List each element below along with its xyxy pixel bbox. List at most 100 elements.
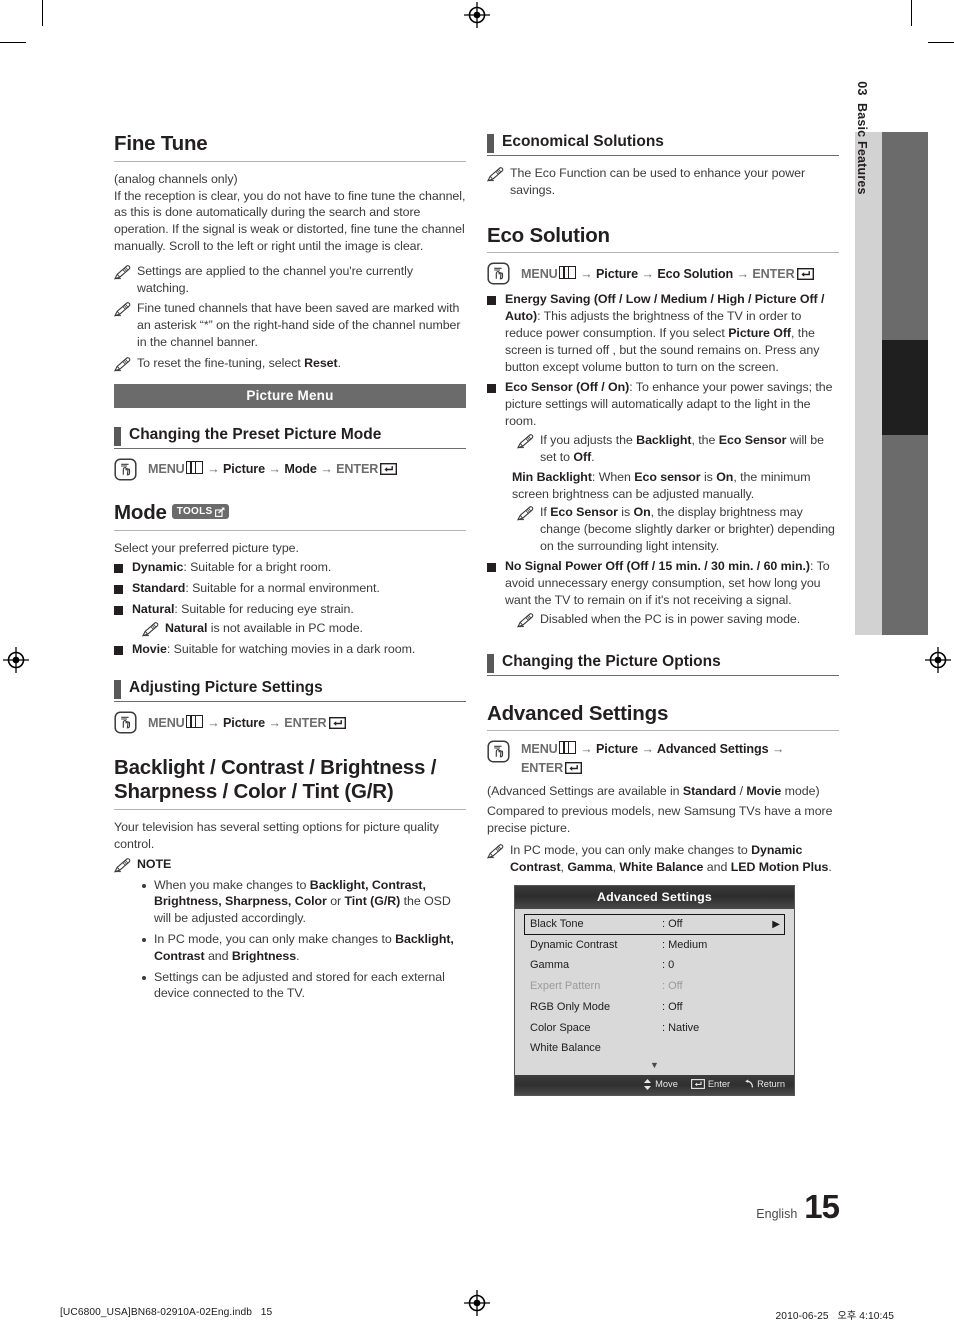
- note-text: If you adjusts the Backlight, the Eco Se…: [540, 432, 824, 464]
- mode-option-name: Standard: [132, 581, 186, 596]
- osd-row-label: Gamma: [530, 959, 570, 972]
- side-tab-text: 03 Basic Features: [855, 81, 869, 194]
- note-item-advanced: In PC mode, you can only make changes to…: [487, 842, 839, 876]
- divider: [114, 809, 466, 811]
- osd-row-gamma[interactable]: Gamma : 0: [524, 955, 785, 976]
- subsection-heading-adjusting: Adjusting Picture Settings: [114, 678, 466, 700]
- mode-option-desc: : Suitable for watching movies in a dark…: [166, 641, 416, 656]
- fine-tune-subtitle: (analog channels only): [114, 171, 238, 186]
- osd-row-rgb-only-mode[interactable]: RGB Only Mode : Off: [524, 997, 785, 1018]
- remote-button-icon: [487, 740, 510, 764]
- mode-option-name: Dynamic: [132, 560, 184, 575]
- heading-tick: [487, 653, 494, 673]
- right-column: Economical Solutions The Eco Function ca…: [487, 132, 839, 1096]
- osd-row-color-space[interactable]: Color Space : Native: [524, 1018, 785, 1039]
- pencil-note-icon: [487, 167, 504, 182]
- note-item: The Eco Function can be used to enhance …: [487, 165, 839, 199]
- page-title-backlight: Backlight / Contrast / Brightness / Shar…: [114, 756, 437, 804]
- pencil-note-icon: [114, 857, 131, 873]
- pencil-note-icon: [517, 612, 534, 628]
- enter-key-icon: [690, 1079, 705, 1090]
- return-arrow-icon: [745, 1079, 754, 1088]
- eco-option-text: Energy Saving (Off / Low / Medium / High…: [505, 292, 825, 374]
- min-backlight-paragraph: Min Backlight: When Eco sensor is On, th…: [512, 470, 811, 502]
- heading-text: Economical Solutions: [502, 133, 664, 150]
- heading-tick: [114, 426, 121, 446]
- tools-badge-label: TOOLS: [176, 505, 213, 517]
- menu-path-text: MENU → Picture → ENTER: [148, 714, 346, 732]
- square-bullet-icon: [487, 563, 496, 573]
- osd-row-dynamic-contrast[interactable]: Dynamic Contrast : Medium: [524, 935, 785, 956]
- note-emphasis: Reset: [304, 355, 338, 370]
- eco-option-label: No Signal Power Off (Off / 15 min. / 30 …: [505, 559, 811, 574]
- mode-option-name: Natural: [132, 601, 175, 616]
- divider: [114, 160, 466, 162]
- note-text: Fine tuned channels that have been saved…: [137, 301, 461, 349]
- osd-title: Advanced Settings: [515, 885, 794, 909]
- note-item-eco-sensor: If you adjusts the Backlight, the Eco Se…: [517, 432, 839, 466]
- page-title-advanced-settings: Advanced Settings: [487, 701, 669, 725]
- note-bullet-text: Settings can be adjusted and stored for …: [154, 969, 445, 1001]
- pencil-note-icon: [517, 506, 534, 521]
- note-item-natural: Natural is not available in PC mode.: [142, 620, 466, 637]
- osd-row-value: : Native: [662, 1021, 700, 1034]
- subsection-heading-changing-preset: Changing the Preset Picture Mode: [114, 425, 466, 446]
- left-column: Fine Tune (analog channels only) If the …: [114, 132, 466, 1006]
- osd-row-label: Expert Pattern: [530, 980, 601, 993]
- osd-row-black-tone[interactable]: Black Tone : Off ▶: [524, 913, 785, 935]
- menu-glyph-icon: [185, 461, 203, 475]
- osd-row-white-balance[interactable]: White Balance: [524, 1038, 785, 1059]
- menu-glyph-icon: [185, 714, 203, 728]
- page-title-fine-tune: Fine Tune: [114, 132, 208, 155]
- subsection-heading-changing-options: Changing the Picture Options: [487, 652, 839, 673]
- enter-glyph-icon: [380, 462, 398, 476]
- menu-path-advanced-settings: MENU → Picture → Advanced Settings → ENTE…: [487, 740, 839, 777]
- note-bullet-text: When you make changes to Backlight, Cont…: [154, 877, 451, 926]
- dot-bullet-icon: [142, 883, 146, 888]
- mode-option-natural: Natural: Suitable for reducing eye strai…: [114, 601, 466, 618]
- note-text: To reset the fine-tuning, select Reset.: [137, 355, 341, 370]
- osd-row-value: : Off: [662, 1000, 683, 1013]
- note-text: Disabled when the PC is in power saving …: [540, 611, 801, 626]
- osd-row-label: White Balance: [530, 1042, 601, 1055]
- osd-row-value: : Medium: [662, 938, 708, 951]
- osd-screenshot-advanced-settings: Advanced Settings Black Tone : Off ▶ Dyn…: [514, 884, 795, 1096]
- osd-hint-return-label: Return: [757, 1079, 785, 1090]
- mode-option-desc: : Suitable for reducing eye strain.: [174, 601, 354, 616]
- language-label: English: [756, 1207, 798, 1221]
- pencil-note-icon: [114, 264, 131, 280]
- osd-hint-enter-label: Enter: [707, 1079, 731, 1090]
- divider: [487, 674, 839, 676]
- square-bullet-icon: [114, 605, 123, 615]
- osd-row-label: Black Tone: [530, 917, 584, 930]
- osd-hint-move-label: Move: [655, 1079, 678, 1090]
- dot-bullet-icon: [142, 938, 146, 942]
- heading-text: Adjusting Picture Settings: [129, 679, 323, 697]
- manual-page: Fine Tune (analog channels only) If the …: [0, 0, 954, 1322]
- up-down-arrow-icon: [644, 1078, 652, 1090]
- menu-path-text: MENU → Picture → Advanced Settings → ENTE…: [521, 741, 785, 775]
- eco-option-text: Eco Sensor (Off / On): To enhance your p…: [505, 380, 833, 428]
- tools-badge: TOOLS: [171, 503, 229, 520]
- pencil-note-icon: [114, 302, 131, 317]
- osd-row-label: RGB Only Mode: [530, 1000, 611, 1013]
- enter-glyph-icon: [796, 267, 814, 280]
- fine-tune-paragraph: If the reception is clear, you do not ha…: [114, 188, 466, 253]
- eco-option-text: No Signal Power Off (Off / 15 min. / 30 …: [505, 559, 830, 607]
- page-title-eco-solution: Eco Solution: [487, 223, 610, 247]
- menu-path-picture: MENU → Picture → ENTER: [114, 711, 466, 735]
- note-text: The Eco Function can be used to enhance …: [510, 166, 806, 197]
- min-backlight-label: Min Backlight: [512, 470, 592, 485]
- note-item-no-signal: Disabled when the PC is in power saving …: [517, 611, 839, 628]
- note-label: NOTE: [137, 856, 172, 871]
- mode-option-text: Natural: Suitable for reducing eye strai…: [132, 601, 354, 618]
- osd-footer-hints: Move Enter Return: [515, 1074, 794, 1095]
- osd-row-expert-pattern: Expert Pattern : Off: [524, 976, 785, 997]
- divider: [114, 701, 466, 703]
- osd-scroll-down-icon[interactable]: ▼: [524, 1059, 785, 1073]
- side-tab-chapter: 03 Basic Features: [855, 81, 882, 635]
- osd-row-value: : Off: [662, 980, 683, 993]
- backlight-paragraph: Your television has several setting opti…: [114, 820, 439, 851]
- chevron-right-icon: ▶: [772, 918, 780, 930]
- remote-button-icon: [114, 711, 137, 735]
